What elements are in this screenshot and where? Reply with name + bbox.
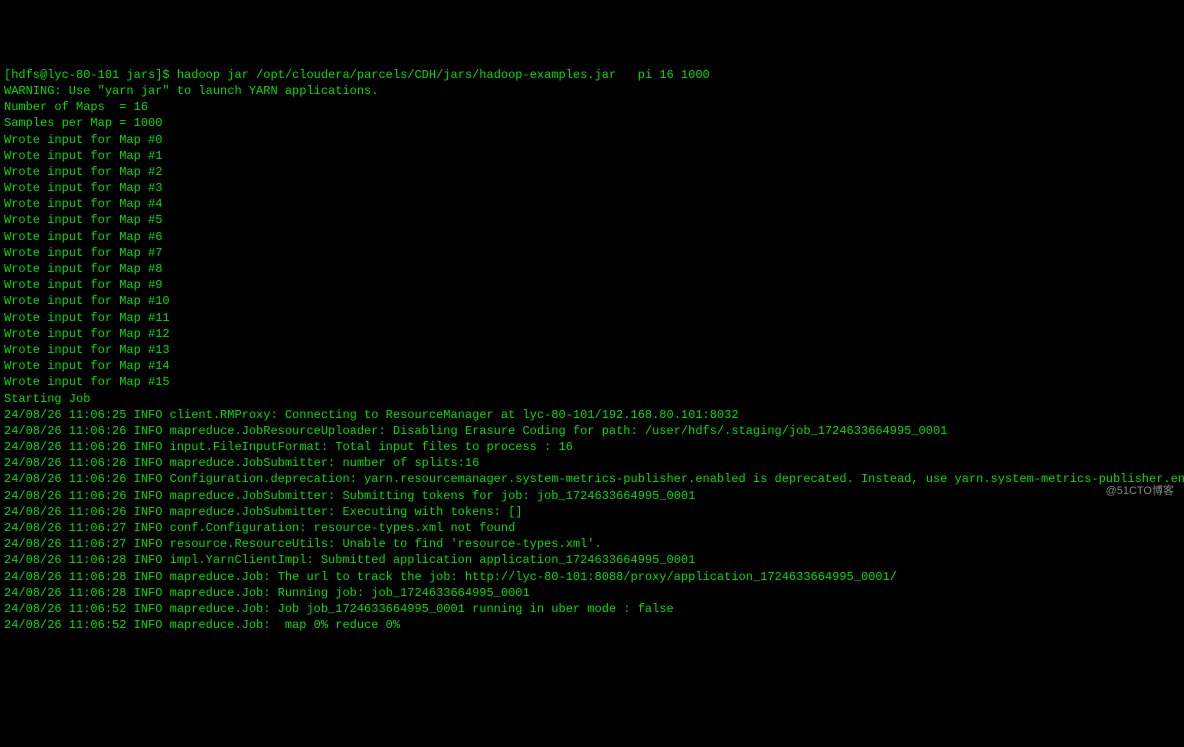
output-line: Wrote input for Map #4	[4, 196, 1180, 212]
output-lines: WARNING: Use "yarn jar" to launch YARN a…	[4, 83, 1180, 633]
prompt-user-host: [hdfs@lyc-80-101 jars]$	[4, 68, 170, 82]
output-line: 24/08/26 11:06:28 INFO impl.YarnClientIm…	[4, 552, 1180, 568]
watermark: @51CTO博客	[1106, 484, 1174, 499]
terminal-output[interactable]: [hdfs@lyc-80-101 jars]$ hadoop jar /opt/…	[4, 67, 1180, 634]
output-line: Wrote input for Map #10	[4, 293, 1180, 309]
output-line: 24/08/26 11:06:27 INFO conf.Configuratio…	[4, 520, 1180, 536]
output-line: Wrote input for Map #3	[4, 180, 1180, 196]
output-line: Wrote input for Map #2	[4, 164, 1180, 180]
output-line: Wrote input for Map #11	[4, 310, 1180, 326]
output-line: 24/08/26 11:06:26 INFO Configuration.dep…	[4, 471, 1180, 487]
output-line: WARNING: Use "yarn jar" to launch YARN a…	[4, 83, 1180, 99]
output-line: Samples per Map = 1000	[4, 115, 1180, 131]
output-line: Wrote input for Map #12	[4, 326, 1180, 342]
output-line: Number of Maps = 16	[4, 99, 1180, 115]
output-line: Wrote input for Map #13	[4, 342, 1180, 358]
output-line: 24/08/26 11:06:52 INFO mapreduce.Job: Jo…	[4, 601, 1180, 617]
output-line: Wrote input for Map #9	[4, 277, 1180, 293]
output-line: Wrote input for Map #15	[4, 374, 1180, 390]
output-line: 24/08/26 11:06:27 INFO resource.Resource…	[4, 536, 1180, 552]
output-line: Starting Job	[4, 391, 1180, 407]
output-line: Wrote input for Map #6	[4, 229, 1180, 245]
prompt-command: hadoop jar /opt/cloudera/parcels/CDH/jar…	[170, 68, 710, 82]
output-line: 24/08/26 11:06:52 INFO mapreduce.Job: ma…	[4, 617, 1180, 633]
output-line: 24/08/26 11:06:28 INFO mapreduce.Job: Ru…	[4, 585, 1180, 601]
output-line: Wrote input for Map #1	[4, 148, 1180, 164]
output-line: Wrote input for Map #14	[4, 358, 1180, 374]
prompt-line: [hdfs@lyc-80-101 jars]$ hadoop jar /opt/…	[4, 67, 1180, 83]
output-line: 24/08/26 11:06:26 INFO input.FileInputFo…	[4, 439, 1180, 455]
output-line: 24/08/26 11:06:26 INFO mapreduce.JobSubm…	[4, 455, 1180, 471]
output-line: 24/08/26 11:06:26 INFO mapreduce.JobSubm…	[4, 504, 1180, 520]
output-line: 24/08/26 11:06:26 INFO mapreduce.JobReso…	[4, 423, 1180, 439]
output-line: Wrote input for Map #7	[4, 245, 1180, 261]
output-line: 24/08/26 11:06:25 INFO client.RMProxy: C…	[4, 407, 1180, 423]
output-line: Wrote input for Map #8	[4, 261, 1180, 277]
output-line: 24/08/26 11:06:26 INFO mapreduce.JobSubm…	[4, 488, 1180, 504]
output-line: 24/08/26 11:06:28 INFO mapreduce.Job: Th…	[4, 569, 1180, 585]
output-line: Wrote input for Map #0	[4, 132, 1180, 148]
output-line: Wrote input for Map #5	[4, 212, 1180, 228]
